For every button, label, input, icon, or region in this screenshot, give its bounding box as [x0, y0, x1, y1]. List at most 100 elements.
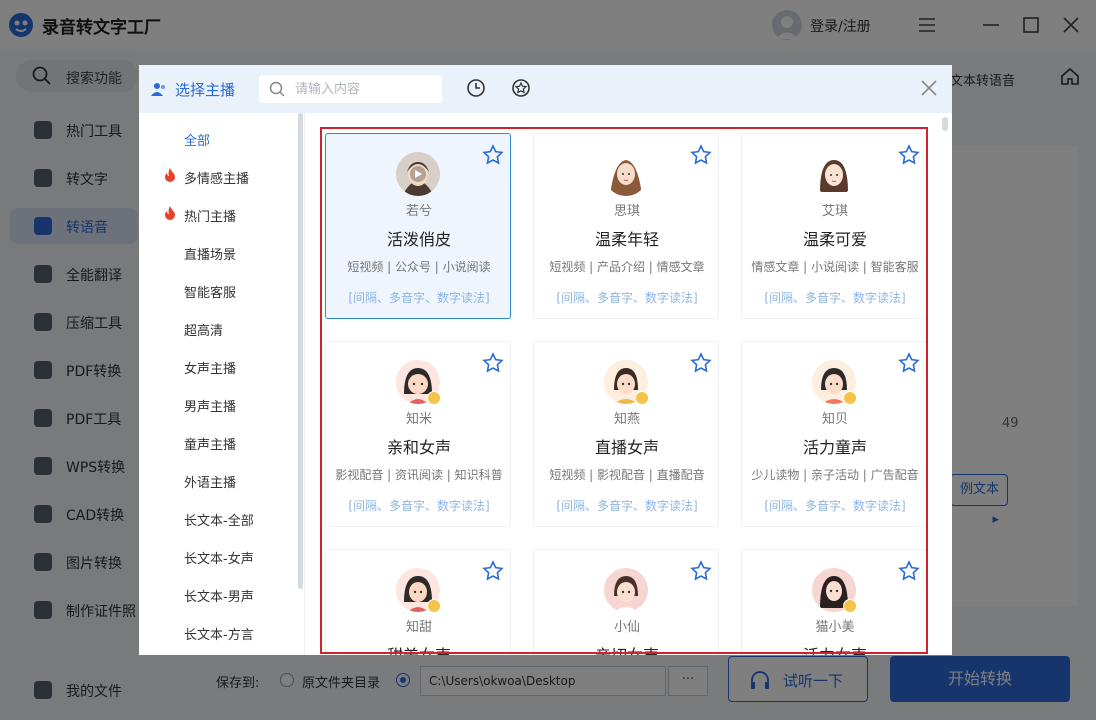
category-label: 长文本-全部: [184, 514, 254, 529]
voice-tags: 短视频 | 影视配音 | 直播配音: [549, 468, 705, 482]
voice-tags: 影视配音 | 资讯阅读 | 知识科普: [335, 468, 503, 482]
category-label: 智能客服: [184, 286, 237, 301]
search-icon: [269, 81, 285, 97]
dialog-title: 选择主播: [175, 81, 236, 99]
category-long-dialect[interactable]: 长文本-方言: [139, 617, 297, 647]
star-icon[interactable]: [482, 560, 504, 582]
users-icon: [151, 83, 165, 96]
voice-features: [间隔、多音字、数字读法]: [348, 499, 490, 513]
voice-name: 猫小美: [815, 620, 855, 635]
category-label: 热门主播: [184, 210, 237, 225]
category-label: 长文本-女声: [184, 552, 254, 567]
category-hot[interactable]: 热门主播: [139, 199, 297, 229]
dialog-header: 选择主播: [139, 65, 952, 113]
voice-style: 亲和女声: [386, 438, 451, 457]
voice-card[interactable]: 知燕 直播女声 短视频 | 影视配音 | 直播配音 [间隔、多音字、数字读法]: [533, 341, 719, 527]
voice-style: 活泼俏皮: [386, 230, 451, 249]
voice-card[interactable]: 知甜 甜美女声: [325, 549, 511, 655]
category-foreign[interactable]: 外语主播: [139, 465, 297, 495]
voice-card[interactable]: 小仙 亲切女声: [533, 549, 719, 655]
vip-badge-icon: [843, 391, 857, 405]
voice-style: 活力女声: [742, 642, 928, 655]
voice-tags: 少儿读物 | 亲子活动 | 广告配音: [751, 468, 919, 482]
anchor-search-input[interactable]: [295, 80, 435, 98]
category-label: 多情感主播: [184, 172, 250, 187]
category-label: 长文本-男声: [184, 590, 254, 605]
category-child[interactable]: 童声主播: [139, 427, 297, 457]
star-icon[interactable]: [690, 352, 712, 374]
category-scrollbar[interactable]: [298, 113, 303, 589]
voice-style: 甜美女声: [326, 642, 512, 655]
voice-features: [间隔、多音字、数字读法]: [348, 291, 490, 305]
voice-card[interactable]: 若兮 活泼俏皮 短视频 | 公众号 | 小说阅读 [间隔、多音字、数字读法]: [325, 133, 511, 319]
star-icon[interactable]: [898, 144, 920, 166]
voice-name: 思琪: [613, 204, 640, 219]
category-label: 全部: [184, 134, 211, 149]
voice-features: [间隔、多音字、数字读法]: [764, 291, 906, 305]
voice-tags: 短视频 | 产品介绍 | 情感文章: [549, 260, 705, 274]
star-icon[interactable]: [690, 144, 712, 166]
category-male[interactable]: 男声主播: [139, 389, 297, 419]
star-icon[interactable]: [482, 144, 504, 166]
voice-card[interactable]: 思琪 温柔年轻 短视频 | 产品介绍 | 情感文章 [间隔、多音字、数字读法]: [533, 133, 719, 319]
category-long-all[interactable]: 长文本-全部: [139, 503, 297, 533]
star-icon[interactable]: [690, 560, 712, 582]
category-label: 直播场景: [184, 248, 237, 263]
category-live[interactable]: 直播场景: [139, 237, 297, 267]
category-ultra-hd[interactable]: 超高清: [139, 313, 297, 343]
voice-avatar: [812, 152, 856, 196]
flame-icon: [165, 206, 175, 220]
voice-name: 小仙: [613, 620, 640, 635]
voice-avatar: [604, 152, 648, 196]
voice-features: [间隔、多音字、数字读法]: [556, 291, 698, 305]
voice-style: 活力童声: [802, 438, 867, 457]
voice-card[interactable]: 艾琪 温柔可爱 情感文章 | 小说阅读 | 智能客服 [间隔、多音字、数字读法]: [741, 133, 927, 319]
voice-name: 知甜: [405, 620, 432, 635]
vip-badge-icon: [843, 599, 857, 613]
vip-badge-icon: [635, 391, 649, 405]
favorites-icon[interactable]: [511, 78, 531, 98]
history-icon[interactable]: [466, 78, 486, 98]
voice-style: 直播女声: [594, 438, 659, 457]
category-label: 超高清: [184, 324, 224, 339]
voice-name: 知米: [405, 412, 432, 427]
flame-icon: [165, 168, 175, 182]
voice-card[interactable]: 知贝 活力童声 少儿读物 | 亲子活动 | 广告配音 [间隔、多音字、数字读法]: [741, 341, 927, 527]
category-female[interactable]: 女声主播: [139, 351, 297, 381]
category-label: 外语主播: [184, 476, 237, 491]
vip-badge-icon: [427, 391, 441, 405]
voice-tags: 情感文章 | 小说阅读 | 智能客服: [751, 260, 919, 274]
category-multi-emotion[interactable]: 多情感主播: [139, 161, 297, 191]
voice-avatar: [604, 568, 648, 612]
voice-tags: 短视频 | 公众号 | 小说阅读: [347, 260, 491, 274]
category-all[interactable]: 全部: [139, 123, 297, 153]
star-icon[interactable]: [482, 352, 504, 374]
star-icon[interactable]: [898, 352, 920, 374]
voice-style: 亲切女声: [534, 642, 720, 655]
category-label: 长文本-方言: [184, 628, 254, 643]
voice-card[interactable]: 知米 亲和女声 影视配音 | 资讯阅读 | 知识科普 [间隔、多音字、数字读法]: [325, 341, 511, 527]
category-label: 童声主播: [184, 438, 237, 453]
voice-card[interactable]: 猫小美 活力女声: [741, 549, 927, 655]
voice-grid: 若兮 活泼俏皮 短视频 | 公众号 | 小说阅读 [间隔、多音字、数字读法] 思…: [305, 113, 952, 655]
category-list: 全部 多情感主播 热门主播 直播场景 智能客服 超高清 女声主播 男声主播 童声…: [139, 113, 304, 655]
close-icon[interactable]: [919, 78, 939, 98]
vip-badge-icon: [427, 599, 441, 613]
voice-name: 知燕: [613, 412, 640, 427]
select-anchor-dialog: 选择主播 全部 多情感主播 热门主播 直播场景 智能客服 超高清 女声主播 男声…: [139, 65, 952, 655]
voice-features: [间隔、多音字、数字读法]: [556, 499, 698, 513]
category-customer-service[interactable]: 智能客服: [139, 275, 297, 305]
star-icon[interactable]: [898, 560, 920, 582]
voice-features: [间隔、多音字、数字读法]: [764, 499, 906, 513]
voice-name: 艾琪: [821, 204, 848, 219]
category-long-female[interactable]: 长文本-女声: [139, 541, 297, 571]
anchor-search[interactable]: [259, 75, 442, 103]
category-long-male[interactable]: 长文本-男声: [139, 579, 297, 609]
voice-style: 温柔年轻: [594, 230, 659, 249]
voice-grid-scrollbar[interactable]: [942, 117, 948, 131]
category-label: 女声主播: [184, 362, 237, 377]
voice-style: 温柔可爱: [802, 230, 867, 249]
voice-name: 知贝: [821, 412, 848, 427]
voice-name: 若兮: [405, 204, 432, 219]
category-label: 男声主播: [184, 400, 237, 415]
